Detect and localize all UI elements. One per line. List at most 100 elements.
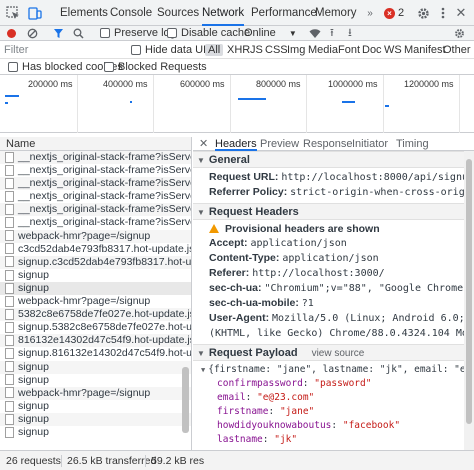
file-icon — [5, 177, 14, 189]
preserve-log-checkbox[interactable]: Preserve log — [100, 26, 176, 41]
type-filter-manifest[interactable]: Manifest — [404, 43, 446, 57]
filter-icon[interactable] — [53, 26, 64, 41]
inspect-element-icon[interactable] — [4, 4, 22, 22]
overview-request-bar — [130, 101, 132, 103]
request-row[interactable]: signup.c3cd52dab4e793fb8317.hot-update.j… — [0, 255, 191, 269]
close-devtools-icon[interactable]: ✕ — [452, 4, 470, 22]
status-bar: 26 requests 26.5 kB transferred 59.2 kB … — [0, 450, 474, 470]
type-filter-all[interactable]: All — [205, 43, 224, 57]
search-icon[interactable] — [73, 26, 84, 41]
tab-headers[interactable]: Headers — [215, 137, 257, 151]
type-filter-js[interactable]: JS — [250, 43, 263, 57]
tab-preview[interactable]: Preview — [260, 137, 299, 151]
tab-initiator[interactable]: Initiator — [352, 137, 388, 151]
request-row[interactable]: signup — [0, 426, 191, 439]
type-filter-other[interactable]: Other — [443, 43, 471, 57]
payload-field: email: "e@23.com" — [217, 392, 315, 403]
request-row[interactable]: signup — [0, 374, 191, 387]
disable-cache-label: Disable cache — [181, 27, 251, 39]
request-row[interactable]: __nextjs_original-stack-frame?isServerSi… — [0, 177, 191, 191]
request-row[interactable]: webpack-hmr?page=/signup — [0, 229, 191, 243]
general-section-header[interactable]: ▼ General — [193, 151, 464, 168]
request-row[interactable]: webpack-hmr?page=/signup — [0, 386, 191, 400]
request-name: __nextjs_original-stack-frame?isServerSi… — [18, 216, 191, 229]
request-headers-section-header[interactable]: ▼ Request Headers — [193, 203, 464, 220]
payload-field: firstname: "jane" — [217, 406, 315, 417]
request-row[interactable]: 5382c8e6758de7fe027e.hot-update.json — [0, 308, 191, 322]
tab-performance[interactable]: Performance — [251, 0, 317, 26]
request-row[interactable]: __nextjs_original-stack-frame?isServerSi… — [0, 164, 191, 177]
tab-elements[interactable]: Elements — [60, 0, 108, 26]
request-row[interactable]: c3cd52dab4e793fb8317.hot-update.json — [0, 243, 191, 256]
request-header-row: Referer: http://localhost:3000/ — [193, 266, 464, 281]
payload-summary[interactable]: ▼ {firstname: "jane", lastname: "jk", ema… — [193, 363, 474, 377]
request-name: webpack-hmr?page=/signup — [18, 229, 151, 242]
request-row[interactable]: __nextjs_original-stack-frame?isServerSi… — [0, 190, 191, 203]
provisional-headers-warning: Provisional headers are shown — [193, 222, 464, 236]
throttle-select[interactable]: Online ▼ — [244, 26, 297, 41]
type-filter-doc[interactable]: Doc — [362, 43, 382, 57]
request-row[interactable]: webpack-hmr?page=/signup — [0, 295, 191, 308]
request-row[interactable]: signup — [0, 360, 191, 374]
error-counter[interactable]: × 2 — [384, 6, 404, 20]
type-filter-css[interactable]: CSS — [265, 43, 288, 57]
referrer-policy-value: strict-origin-when-cross-origin — [290, 187, 474, 198]
network-settings-gear-icon[interactable] — [454, 26, 465, 41]
request-row[interactable]: signup — [0, 400, 191, 413]
request-list-scrollbar[interactable] — [182, 367, 189, 433]
request-row[interactable]: __nextjs_original-stack-frame?isServerSi… — [0, 203, 191, 217]
request-row[interactable]: signup — [0, 269, 191, 282]
device-toolbar-icon[interactable] — [26, 4, 44, 22]
disable-cache-checkbox[interactable]: Disable cache — [167, 26, 250, 41]
kebab-menu-icon[interactable] — [434, 4, 452, 22]
overview-tick-label: 1000000 ms — [328, 79, 378, 89]
request-row[interactable]: signup — [0, 281, 191, 296]
request-name: signup — [18, 412, 49, 425]
wifi-icon[interactable] — [309, 26, 321, 41]
blocked-filter-bar: Has blocked cookies Blocked Requests — [0, 59, 474, 75]
gear-icon[interactable] — [414, 4, 432, 22]
request-payload-section-header[interactable]: ▼ Request Payload view source — [193, 344, 464, 361]
request-header-row: User-Agent: Mozilla/5.0 (Linux; Android … — [193, 311, 474, 326]
request-row[interactable]: __nextjs_original-stack-frame?isServerSi… — [0, 216, 191, 229]
payload-field: howdidyouknowaboutus: "facebook" — [217, 420, 401, 431]
more-tabs-icon[interactable]: » — [361, 4, 379, 22]
blocked-requests-checkbox[interactable]: Blocked Requests — [104, 60, 207, 74]
request-row[interactable]: signup.5382c8e6758de7fe027e.hot-update.j… — [0, 321, 191, 334]
request-row[interactable]: signup — [0, 412, 191, 426]
type-filter-xhr[interactable]: XHR — [227, 43, 250, 57]
clear-icon[interactable] — [27, 26, 38, 41]
type-filter-media[interactable]: Media — [308, 43, 338, 57]
close-detail-icon[interactable]: ✕ — [199, 137, 208, 151]
request-row[interactable]: signup.816132e14302d47c54f9.hot-update.j… — [0, 347, 191, 360]
import-har-icon[interactable]: ⭱ — [330, 26, 334, 41]
type-filter-font[interactable]: Font — [338, 43, 360, 57]
record-icon[interactable] — [6, 26, 17, 41]
request-row[interactable]: 816132e14302d47c54f9.hot-update.json — [0, 334, 191, 348]
file-icon — [5, 230, 14, 242]
detail-scrollbar[interactable] — [464, 151, 474, 450]
request-row[interactable]: __nextjs_original-stack-frame?isServerSi… — [0, 151, 191, 165]
type-filter-img[interactable]: Img — [287, 43, 305, 57]
tab-memory[interactable]: Memory — [315, 0, 357, 26]
name-column-header[interactable]: Name — [0, 137, 191, 151]
header-value: application/json — [250, 238, 347, 249]
payload-field: confirmpassword: "password" — [217, 378, 372, 389]
filter-placeholder: Filter — [4, 44, 29, 56]
payload-value: "e@23.com" — [257, 392, 315, 403]
export-har-icon[interactable]: ⭳ — [348, 26, 352, 41]
error-icon: × — [384, 7, 395, 19]
tab-timing[interactable]: Timing — [396, 137, 429, 151]
overview-gridline — [77, 75, 78, 133]
request-name: signup.816132e14302d47c54f9.hot-update.j… — [18, 347, 191, 360]
tab-network[interactable]: Network — [202, 0, 245, 26]
request-header-row: Accept: application/json — [193, 236, 464, 251]
filter-input[interactable]: Filter — [4, 43, 124, 57]
type-filter-ws[interactable]: WS — [384, 43, 402, 57]
tab-response[interactable]: Response — [303, 137, 353, 151]
tab-console[interactable]: Console — [110, 0, 152, 26]
view-source-link[interactable]: view source — [312, 348, 365, 359]
request-name: __nextjs_original-stack-frame?isServerSi… — [18, 151, 191, 163]
tab-sources[interactable]: Sources — [157, 0, 199, 26]
timeline-overview[interactable]: 200000 ms 400000 ms 600000 ms 800000 ms … — [0, 75, 474, 133]
